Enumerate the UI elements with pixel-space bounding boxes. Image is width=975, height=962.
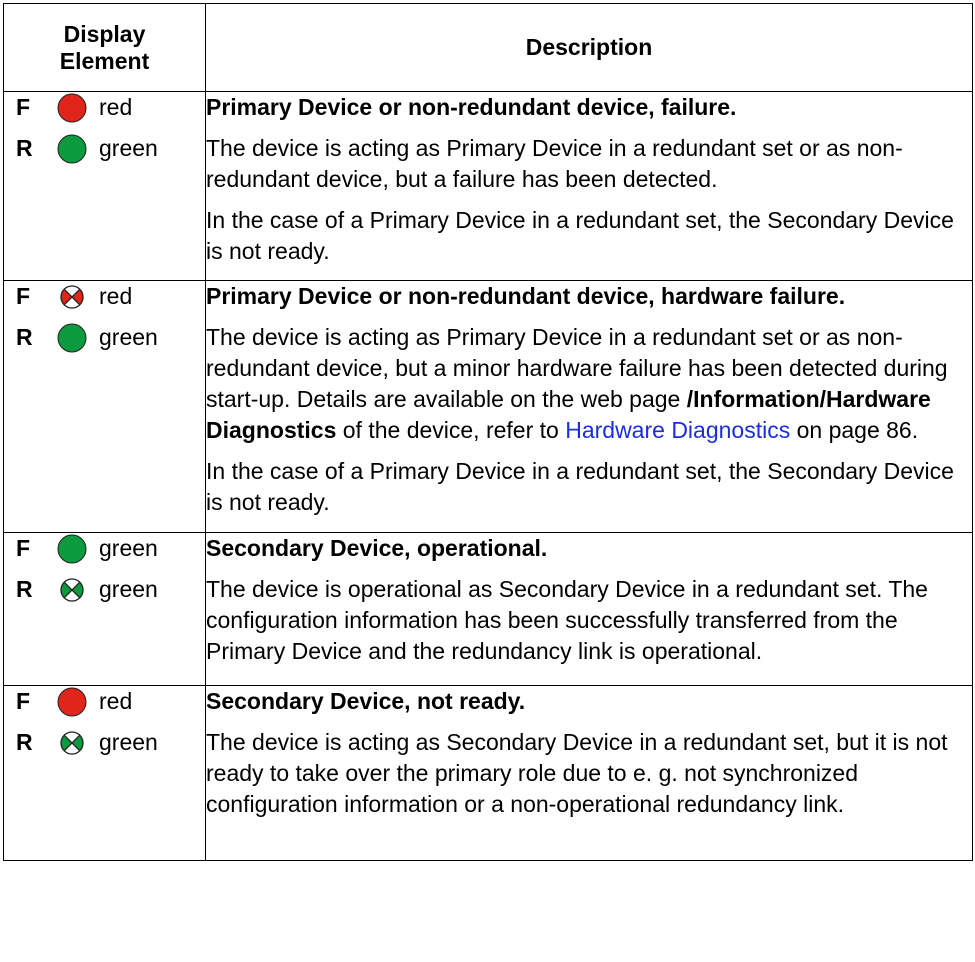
led-line-f: F red bbox=[4, 686, 205, 717]
led-line-r: R green bbox=[4, 574, 205, 605]
led-color-label: green bbox=[99, 576, 158, 602]
led-line-r: R green bbox=[4, 133, 205, 164]
led-flashing-icon bbox=[56, 727, 88, 759]
led-line-f: F green bbox=[4, 533, 205, 564]
row-title: Primary Device or non-redundant device, … bbox=[206, 94, 737, 120]
led-line-f: F red bbox=[4, 281, 205, 312]
row-note: In the case of a Primary Device in a red… bbox=[206, 207, 954, 264]
led-color-label: red bbox=[99, 688, 133, 714]
led-letter: F bbox=[16, 535, 31, 561]
display-header-line2: Element bbox=[59, 47, 150, 74]
row-title: Primary Device or non-redundant device, … bbox=[206, 283, 846, 309]
description-header: Description bbox=[205, 3, 973, 92]
led-solid-icon bbox=[56, 133, 88, 165]
table-header-row: Display Element Description bbox=[3, 3, 973, 92]
display-element-cell: F red R green bbox=[3, 91, 206, 281]
led-letter: F bbox=[16, 283, 31, 309]
table-row: F red R green Secondary Device, not read… bbox=[3, 685, 973, 861]
led-letter: R bbox=[16, 135, 33, 161]
led-letter: F bbox=[16, 688, 31, 714]
row-description: The device is acting as Secondary Device… bbox=[206, 729, 948, 817]
description-text: of the device, refer to bbox=[336, 417, 566, 443]
row-description: The device is acting as Primary Device i… bbox=[206, 135, 903, 192]
description-cell: Primary Device or non-redundant device, … bbox=[205, 280, 973, 533]
led-color-label: green bbox=[99, 729, 158, 755]
row-description: The device is operational as Secondary D… bbox=[206, 576, 928, 664]
led-solid-icon bbox=[56, 686, 88, 718]
led-color-label: green bbox=[99, 324, 158, 350]
led-line-f: F red bbox=[4, 92, 205, 123]
led-letter: R bbox=[16, 324, 33, 350]
hardware-diagnostics-link[interactable]: Hardware Diagnostics bbox=[565, 417, 790, 443]
led-color-label: red bbox=[99, 283, 133, 309]
row-description: The device is acting as Primary Device i… bbox=[206, 322, 972, 446]
table-row: F red R green Primary Device or non-redu… bbox=[3, 280, 973, 533]
led-color-label: red bbox=[99, 94, 133, 120]
description-cell: Secondary Device, operational. The devic… bbox=[205, 532, 973, 686]
display-element-cell: F red R green bbox=[3, 280, 206, 533]
led-letter: F bbox=[16, 94, 31, 120]
description-cell: Secondary Device, not ready. The device … bbox=[205, 685, 973, 861]
led-flashing-icon bbox=[56, 281, 88, 313]
table-row: F green R green Secondary Device, operat… bbox=[3, 532, 973, 686]
led-line-r: R green bbox=[4, 727, 205, 758]
led-color-label: green bbox=[99, 535, 158, 561]
row-title: Secondary Device, operational. bbox=[206, 535, 548, 561]
description-cell: Primary Device or non-redundant device, … bbox=[205, 91, 973, 281]
row-note: In the case of a Primary Device in a red… bbox=[206, 458, 954, 515]
display-element-cell: F green R green bbox=[3, 532, 206, 686]
display-element-cell: F red R green bbox=[3, 685, 206, 861]
display-header-line1: Display bbox=[63, 20, 146, 47]
led-solid-icon bbox=[56, 322, 88, 354]
led-flashing-icon bbox=[56, 574, 88, 606]
led-solid-icon bbox=[56, 533, 88, 565]
led-status-table: Display Element Description F red R gree… bbox=[3, 3, 973, 861]
led-solid-icon bbox=[56, 92, 88, 124]
display-element-header: Display Element bbox=[3, 3, 206, 92]
led-letter: R bbox=[16, 729, 33, 755]
table-row: F red R green Primary Device or non-redu… bbox=[3, 91, 973, 281]
description-text: on page 86. bbox=[790, 417, 919, 443]
row-title: Secondary Device, not ready. bbox=[206, 688, 526, 714]
led-line-r: R green bbox=[4, 322, 205, 353]
led-letter: R bbox=[16, 576, 33, 602]
led-color-label: green bbox=[99, 135, 158, 161]
